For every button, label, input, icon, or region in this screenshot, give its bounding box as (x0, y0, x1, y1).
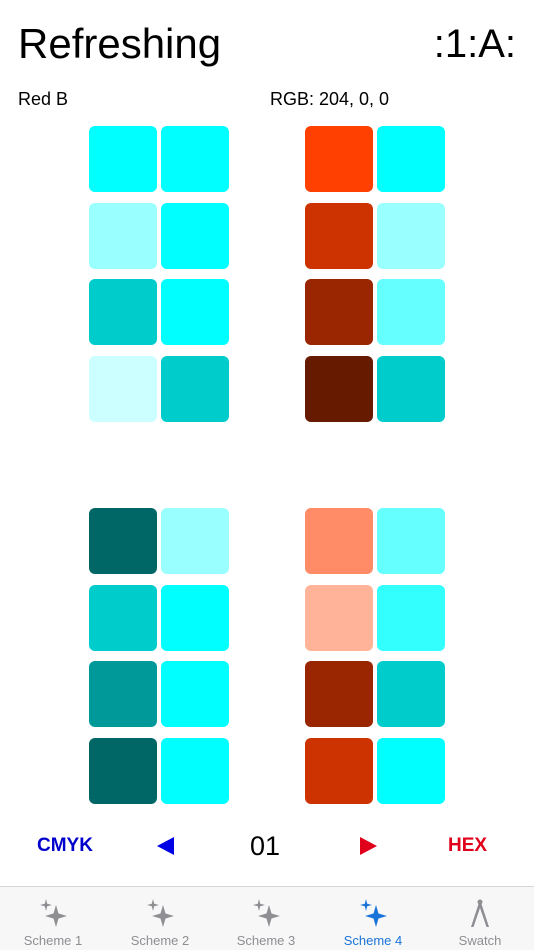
page-title: Refreshing (18, 20, 222, 67)
app-logo[interactable]: :1:A: (434, 22, 516, 66)
sparkles-icon (147, 899, 174, 927)
color-swatch[interactable] (89, 661, 157, 727)
color-swatch[interactable] (161, 508, 229, 574)
color-swatch[interactable] (161, 279, 229, 345)
sparkles-icon (253, 899, 280, 927)
color-swatch[interactable] (377, 356, 445, 422)
tab-swatch[interactable]: Swatch (427, 887, 533, 950)
color-swatch[interactable] (305, 203, 373, 269)
color-swatch[interactable] (161, 661, 229, 727)
tab-label: Scheme 3 (236, 933, 296, 948)
tab-label: Scheme 1 (23, 933, 83, 948)
color-swatch[interactable] (377, 203, 445, 269)
screen: Refreshing :1:A: Red B RGB: 204, 0, 0 CM… (0, 0, 534, 950)
color-swatch[interactable] (377, 661, 445, 727)
color-swatch[interactable] (161, 585, 229, 651)
left-triangle-icon[interactable] (157, 837, 174, 855)
tab-label: Scheme 2 (130, 933, 190, 948)
color-swatch[interactable] (377, 126, 445, 192)
tab-bar: Scheme 1 Scheme 2 Scheme 3 Scheme 4 Swat… (0, 886, 534, 950)
color-swatch[interactable] (305, 126, 373, 192)
color-swatch[interactable] (305, 508, 373, 574)
color-swatch[interactable] (89, 126, 157, 192)
color-swatch[interactable] (305, 356, 373, 422)
right-triangle-icon[interactable] (360, 837, 377, 855)
color-name: Red B (18, 89, 69, 109)
color-swatch[interactable] (89, 279, 157, 345)
compass-icon (471, 899, 489, 927)
rgb-value: RGB: 204, 0, 0 (270, 89, 390, 109)
color-swatch[interactable] (89, 508, 157, 574)
color-swatch[interactable] (377, 508, 445, 574)
sparkles-icon (360, 899, 387, 927)
color-swatch[interactable] (161, 126, 229, 192)
tab-label: Swatch (458, 933, 502, 948)
color-swatch[interactable] (377, 279, 445, 345)
color-swatch[interactable] (89, 356, 157, 422)
color-swatch[interactable] (377, 585, 445, 651)
color-swatch[interactable] (305, 585, 373, 651)
tab-scheme-2[interactable]: Scheme 2 (107, 887, 213, 950)
color-swatch[interactable] (161, 738, 229, 804)
sparkles-icon (40, 899, 67, 927)
cmyk-button[interactable]: CMYK (37, 826, 93, 866)
color-swatch[interactable] (305, 661, 373, 727)
color-swatch[interactable] (305, 279, 373, 345)
tab-scheme-4[interactable]: Scheme 4 (320, 887, 426, 950)
page-number: 01 (250, 831, 281, 861)
color-swatch[interactable] (305, 738, 373, 804)
tab-label: Scheme 4 (343, 933, 403, 948)
color-swatch[interactable] (377, 738, 445, 804)
color-swatch[interactable] (89, 585, 157, 651)
hex-button[interactable]: HEX (448, 826, 487, 866)
color-swatch[interactable] (161, 203, 229, 269)
color-swatch[interactable] (89, 203, 157, 269)
color-swatch[interactable] (89, 738, 157, 804)
color-swatch[interactable] (161, 356, 229, 422)
tab-scheme-1[interactable]: Scheme 1 (0, 887, 106, 950)
tab-scheme-3[interactable]: Scheme 3 (213, 887, 319, 950)
